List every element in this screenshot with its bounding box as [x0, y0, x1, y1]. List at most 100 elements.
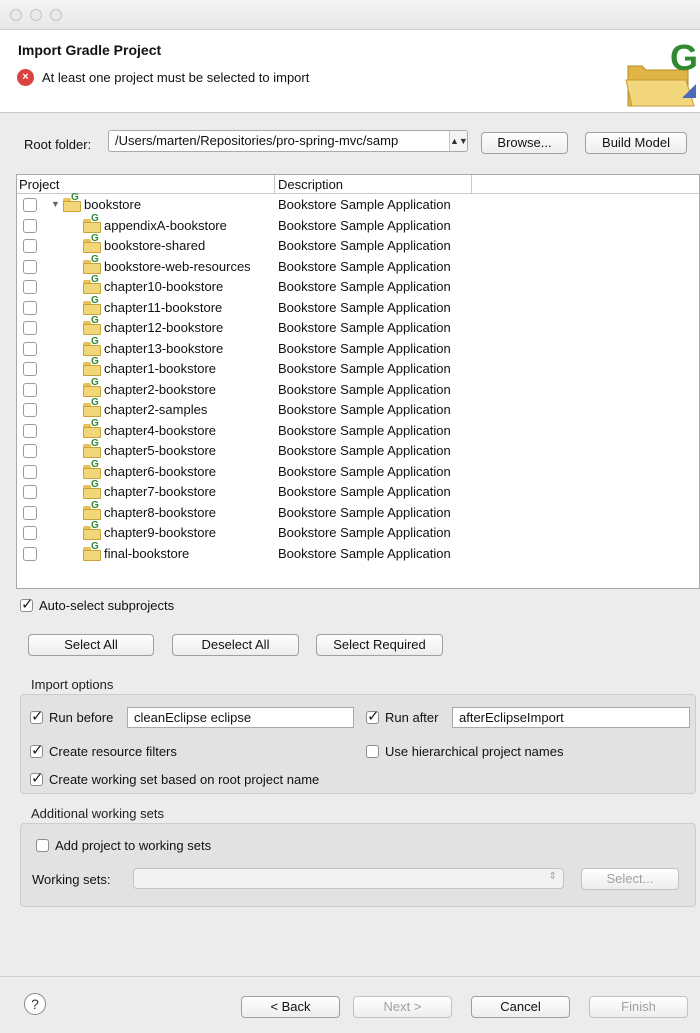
browse-button[interactable]: Browse...: [481, 132, 568, 154]
project-name: final-bookstore: [104, 545, 190, 561]
table-row[interactable]: Gbookstore-web-resources Bookstore Sample…: [17, 254, 699, 278]
table-row[interactable]: Gchapter11-bookstore Bookstore Sample App…: [17, 295, 699, 319]
table-row[interactable]: Gchapter8-bookstore Bookstore Sample Appl…: [17, 500, 699, 524]
select-all-button[interactable]: Select All: [28, 634, 154, 656]
table-row[interactable]: Gchapter1-bookstore Bookstore Sample Appl…: [17, 356, 699, 380]
select-required-button[interactable]: Select Required: [316, 634, 443, 656]
project-name: bookstore-web-resources: [104, 258, 251, 274]
project-description: Bookstore Sample Application: [278, 258, 451, 274]
project-description: Bookstore Sample Application: [278, 381, 451, 397]
run-after-input[interactable]: afterEclipseImport: [452, 707, 690, 728]
project-table[interactable]: Project Description ▼ G bookstore Bookst…: [16, 174, 700, 589]
project-checkbox[interactable]: [23, 362, 37, 376]
working-sets-label: Working sets:: [32, 872, 111, 887]
root-folder-value: /Users/marten/Repositories/pro-spring-mv…: [115, 133, 399, 148]
checkbox-unchecked-icon[interactable]: [366, 745, 379, 758]
gradle-folder-icon: G: [63, 192, 81, 212]
create-working-set-checkbox[interactable]: Create working set based on root project…: [30, 769, 320, 787]
project-checkbox[interactable]: [23, 546, 37, 561]
checkbox-checked-icon[interactable]: [30, 707, 44, 725]
project-checkbox[interactable]: [23, 526, 37, 540]
select-working-sets-button[interactable]: Select...: [581, 868, 679, 890]
cancel-button[interactable]: Cancel: [471, 996, 570, 1018]
table-row[interactable]: Gchapter10-bookstore Bookstore Sample App…: [17, 274, 699, 298]
project-description: Bookstore Sample Application: [278, 545, 451, 561]
next-button[interactable]: Next >: [353, 996, 452, 1018]
table-row[interactable]: Gchapter12-bookstore Bookstore Sample App…: [17, 315, 699, 339]
gradle-folder-icon: G: [625, 40, 698, 107]
run-after-checkbox[interactable]: Run after: [366, 707, 439, 725]
finish-button[interactable]: Finish: [589, 996, 688, 1018]
run-after-label: Run after: [385, 710, 439, 725]
project-checkbox[interactable]: [23, 423, 37, 438]
add-to-working-sets-checkbox[interactable]: Add project to working sets: [36, 838, 211, 853]
checkbox-unchecked-icon[interactable]: [36, 839, 49, 852]
checkbox-checked-icon[interactable]: [30, 741, 44, 759]
working-sets-title: Additional working sets: [31, 806, 164, 821]
project-checkbox[interactable]: [23, 280, 37, 294]
table-row[interactable]: Gfinal-bookstore Bookstore Sample Applica…: [17, 541, 699, 565]
gradle-folder-icon: G: [83, 356, 101, 376]
auto-select-subprojects-checkbox[interactable]: Auto-select subprojects: [20, 595, 174, 613]
run-before-checkbox[interactable]: Run before: [30, 707, 114, 725]
close-window-button[interactable]: [10, 9, 22, 21]
project-checkbox[interactable]: [23, 444, 37, 458]
column-divider[interactable]: [471, 175, 472, 194]
table-row[interactable]: GappendixA-bookstore Bookstore Sample App…: [17, 213, 699, 237]
error-icon: ×: [17, 69, 34, 86]
gradle-folder-icon: G: [83, 520, 101, 540]
minimize-window-button[interactable]: [30, 9, 42, 21]
chevron-down-icon[interactable]: ▲▼: [449, 131, 467, 151]
table-row[interactable]: Gchapter2-samples Bookstore Sample Applic…: [17, 397, 699, 421]
run-before-input[interactable]: cleanEclipse eclipse: [127, 707, 354, 728]
table-row[interactable]: Gchapter2-bookstore Bookstore Sample Appl…: [17, 377, 699, 401]
root-folder-combo[interactable]: /Users/marten/Repositories/pro-spring-mv…: [108, 130, 468, 152]
table-row[interactable]: Gchapter7-bookstore Bookstore Sample Appl…: [17, 479, 699, 503]
column-divider[interactable]: [274, 175, 275, 194]
table-row[interactable]: Gchapter4-bookstore Bookstore Sample Appl…: [17, 418, 699, 442]
deselect-all-button[interactable]: Deselect All: [172, 634, 299, 656]
project-checkbox[interactable]: [23, 341, 37, 356]
project-checkbox[interactable]: [23, 239, 37, 253]
gradle-folder-icon: G: [83, 336, 101, 356]
gradle-folder-icon: G: [83, 500, 101, 520]
create-working-set-label: Create working set based on root project…: [49, 772, 320, 787]
gradle-folder-icon: G: [83, 438, 101, 458]
project-checkbox[interactable]: [23, 505, 37, 520]
table-row[interactable]: Gchapter13-bookstore Bookstore Sample App…: [17, 336, 699, 360]
project-name: chapter11-bookstore: [104, 299, 223, 315]
back-button[interactable]: < Back: [241, 996, 340, 1018]
table-row[interactable]: Gchapter5-bookstore Bookstore Sample Appl…: [17, 438, 699, 462]
table-row[interactable]: Gchapter6-bookstore Bookstore Sample Appl…: [17, 459, 699, 483]
project-checkbox[interactable]: [23, 300, 37, 315]
help-icon[interactable]: ?: [24, 993, 46, 1015]
project-checkbox[interactable]: [23, 382, 37, 397]
hierarchical-names-checkbox[interactable]: Use hierarchical project names: [366, 744, 563, 759]
table-row[interactable]: Gbookstore-shared Bookstore Sample Applic…: [17, 233, 699, 257]
column-header-project[interactable]: Project: [19, 177, 59, 192]
zoom-window-button[interactable]: [50, 9, 62, 21]
expand-twisty-icon[interactable]: ▼: [51, 199, 60, 209]
project-checkbox[interactable]: [23, 198, 37, 212]
checkbox-checked-icon[interactable]: [20, 595, 34, 613]
build-model-button[interactable]: Build Model: [585, 132, 687, 154]
project-checkbox[interactable]: [23, 259, 37, 274]
table-row[interactable]: Gchapter9-bookstore Bookstore Sample Appl…: [17, 520, 699, 544]
checkbox-checked-icon[interactable]: [366, 707, 380, 725]
project-checkbox[interactable]: [23, 321, 37, 335]
checkbox-checked-icon[interactable]: [30, 769, 44, 787]
create-resource-filters-checkbox[interactable]: Create resource filters: [30, 741, 177, 759]
project-checkbox[interactable]: [23, 403, 37, 417]
column-header-description[interactable]: Description: [278, 177, 343, 192]
project-checkbox[interactable]: [23, 218, 37, 233]
run-before-label: Run before: [49, 710, 114, 725]
gradle-folder-icon: G: [83, 377, 101, 397]
project-checkbox[interactable]: [23, 464, 37, 479]
footer-divider: [0, 976, 700, 977]
project-name: chapter2-samples: [104, 402, 208, 417]
chevron-updown-icon: ⇕: [548, 871, 557, 882]
project-checkbox[interactable]: [23, 485, 37, 499]
working-sets-combo[interactable]: ⇕: [133, 868, 564, 889]
table-row[interactable]: ▼ G bookstore Bookstore Sample Applicati…: [17, 192, 699, 216]
project-description: Bookstore Sample Application: [278, 463, 451, 479]
